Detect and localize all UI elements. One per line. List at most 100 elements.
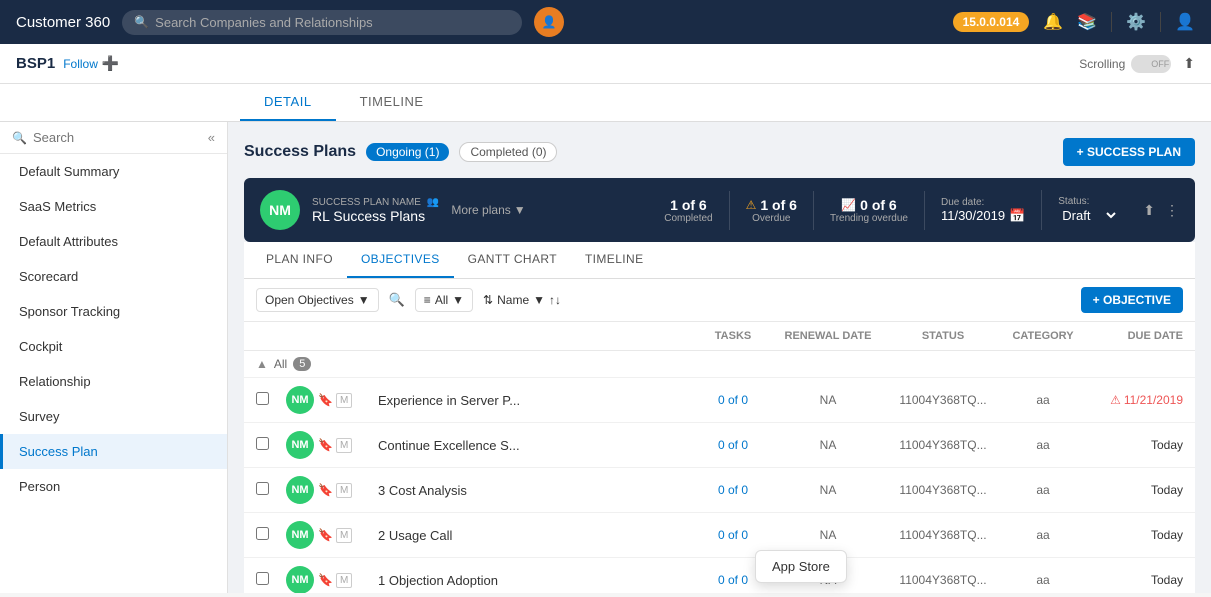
tab-plan-info[interactable]: PLAN INFO <box>252 242 347 278</box>
warning-icon: ⚠ <box>746 198 757 212</box>
search-input[interactable] <box>155 15 510 30</box>
add-success-plan-button[interactable]: + SUCCESS PLAN <box>1063 138 1195 166</box>
plan-card-top: NM SUCCESS PLAN NAME 👥 RL Success Plans … <box>260 190 1179 230</box>
nav-divider <box>1111 12 1112 32</box>
objectives-search-icon[interactable]: 🔍 <box>389 292 405 308</box>
bookmark-icon-4[interactable]: 🔖 <box>318 528 333 542</box>
row-tasks-3[interactable]: 0 of 0 <box>693 483 773 497</box>
bell-icon[interactable]: 🔔 <box>1043 12 1063 32</box>
due-date-box: Due date: 11/30/2019 📅 <box>924 191 1041 230</box>
bookmark-icon-3[interactable]: 🔖 <box>318 483 333 497</box>
row-name-4[interactable]: 2 Usage Call <box>378 528 693 543</box>
stat-trending-number: 0 of 6 <box>860 197 897 213</box>
row-name-5[interactable]: 1 Objection Adoption <box>378 573 693 588</box>
plan-dropdown[interactable]: More plans ▼ <box>451 203 525 217</box>
sidebar-item-scorecard[interactable]: Scorecard <box>0 259 227 294</box>
more-plans-button[interactable]: More plans ▼ <box>451 203 525 217</box>
sidebar-item-sponsor-tracking[interactable]: Sponsor Tracking <box>0 294 227 329</box>
sidebar-item-default-summary[interactable]: Default Summary <box>0 154 227 189</box>
table-row: NM 🔖 M 2 Usage Call 0 of 0 NA 11004Y368T… <box>244 513 1195 558</box>
th-due-date: Due Date <box>1083 330 1183 342</box>
sidebar-item-default-attributes[interactable]: Default Attributes <box>0 224 227 259</box>
m-icon-3[interactable]: M <box>336 483 352 498</box>
collapse-icon[interactable]: « <box>208 130 215 145</box>
stat-trending: 📈 0 of 6 Trending overdue <box>813 191 924 230</box>
m-icon-2[interactable]: M <box>336 438 352 453</box>
all-filter-label: All <box>435 293 448 307</box>
sidebar-item-relationship[interactable]: Relationship <box>0 364 227 399</box>
row-name-3[interactable]: 3 Cost Analysis <box>378 483 693 498</box>
settings-icon[interactable]: ⚙️ <box>1126 12 1146 32</box>
all-filter[interactable]: ≡ All ▼ <box>415 288 473 312</box>
tab-objectives[interactable]: OBJECTIVES <box>347 242 454 278</box>
table-row: NM 🔖 M Experience in Server P... 0 of 0 … <box>244 378 1195 423</box>
th-renewal-date: Renewal Date <box>773 330 883 342</box>
sidebar-item-cockpit[interactable]: Cockpit <box>0 329 227 364</box>
ongoing-badge[interactable]: Ongoing (1) <box>366 143 449 161</box>
share-plan-icon[interactable]: ⬆ <box>1143 202 1155 219</box>
m-icon-1[interactable]: M <box>336 393 352 408</box>
share-icon[interactable]: ⬆ <box>1183 55 1195 72</box>
tab-plan-timeline[interactable]: TIMELINE <box>571 242 658 278</box>
tab-detail[interactable]: DETAIL <box>240 84 336 121</box>
row-icons-1: 🔖 M <box>318 393 378 408</box>
row-name-2[interactable]: Continue Excellence S... <box>378 438 693 453</box>
sidebar-item-success-plan[interactable]: Success Plan <box>0 434 227 469</box>
sidebar-item-saas-metrics[interactable]: SaaS Metrics <box>0 189 227 224</box>
global-search[interactable]: 🔍 <box>122 10 522 35</box>
sidebar-item-survey[interactable]: Survey <box>0 399 227 434</box>
expand-icon[interactable]: ▲ <box>256 357 268 371</box>
more-options-icon[interactable]: ⋮ <box>1165 202 1179 219</box>
bookmark-icon-1[interactable]: 🔖 <box>318 393 333 407</box>
stat-overdue-label: Overdue <box>752 213 790 224</box>
status-box: Status: Draft Active Closed <box>1041 190 1135 230</box>
row-cat-4: aa <box>1003 528 1083 542</box>
filter-chevron-icon: ▼ <box>358 293 370 307</box>
row-checkbox-1[interactable] <box>256 392 286 408</box>
row-due-3: Today <box>1083 483 1183 497</box>
sidebar-search-input[interactable] <box>33 130 202 145</box>
add-objective-button[interactable]: + OBJECTIVE <box>1081 287 1183 313</box>
row-status-2: 11004Y368TQ... <box>883 438 1003 452</box>
m-icon-4[interactable]: M <box>336 528 352 543</box>
row-tasks-1[interactable]: 0 of 0 <box>693 393 773 407</box>
row-due-2: Today <box>1083 438 1183 452</box>
tab-gantt-chart[interactable]: GANTT CHART <box>454 242 571 278</box>
row-icons-3: 🔖 M <box>318 483 378 498</box>
objectives-table: Tasks Renewal Date Status Category Due D… <box>244 322 1195 593</box>
row-avatar-5: NM <box>286 566 314 593</box>
bookmark-icon-2[interactable]: 🔖 <box>318 438 333 452</box>
m-icon-5[interactable]: M <box>336 573 352 588</box>
row-tasks-5[interactable]: 0 of 0 <box>693 573 773 587</box>
scrolling-switch[interactable]: OFF <box>1131 55 1171 73</box>
sidebar-item-person[interactable]: Person <box>0 469 227 504</box>
row-checkbox-5[interactable] <box>256 572 286 588</box>
calendar-icon[interactable]: 📅 <box>1009 208 1025 224</box>
profile-icon[interactable]: 👤 <box>1175 12 1195 32</box>
row-tasks-2[interactable]: 0 of 0 <box>693 438 773 452</box>
people-icon: 👥 <box>427 197 439 208</box>
row-checkbox-3[interactable] <box>256 482 286 498</box>
sidebar-search-bar[interactable]: 🔍 « <box>0 122 227 154</box>
tab-timeline[interactable]: TIMELINE <box>336 84 448 121</box>
follow-button[interactable]: Follow ➕ <box>63 55 119 72</box>
row-checkbox-2[interactable] <box>256 437 286 453</box>
row-name-1[interactable]: Experience in Server P... <box>378 393 693 408</box>
book-icon[interactable]: 📚 <box>1077 12 1097 32</box>
stat-overdue-number: 1 of 6 <box>760 197 797 213</box>
sort-icon: ⇅ <box>483 293 493 307</box>
status-select[interactable]: Draft Active Closed <box>1058 207 1119 224</box>
table-row: NM 🔖 M 3 Cost Analysis 0 of 0 NA 11004Y3… <box>244 468 1195 513</box>
row-checkbox-4[interactable] <box>256 527 286 543</box>
row-avatar-2: NM <box>286 431 314 459</box>
sort-label: Name <box>497 293 529 307</box>
sort-control[interactable]: ⇅ Name ▼ ↑↓ <box>483 293 561 307</box>
row-tasks-4[interactable]: 0 of 0 <box>693 528 773 542</box>
sub-nav: BSP1 Follow ➕ Scrolling OFF ⬆ <box>0 44 1211 84</box>
bookmark-icon-5[interactable]: 🔖 <box>318 573 333 587</box>
row-avatar-4: NM <box>286 521 314 549</box>
completed-badge[interactable]: Completed (0) <box>459 142 557 162</box>
overdue-icon-1: ⚠ <box>1110 393 1121 407</box>
user-avatar[interactable]: 👤 <box>534 7 564 37</box>
objectives-filter[interactable]: Open Objectives ▼ <box>256 288 379 312</box>
